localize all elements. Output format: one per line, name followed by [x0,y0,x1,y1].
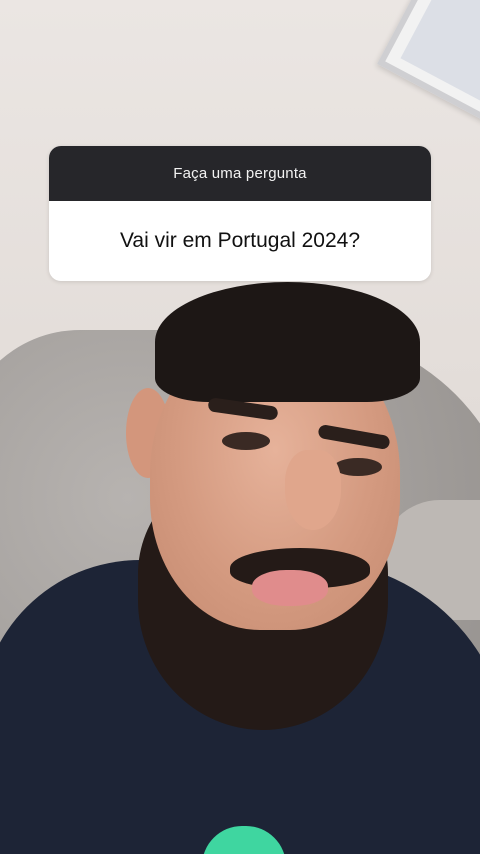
question-text: Vai vir em Portugal 2024? [119,229,361,252]
person-video [0,0,480,854]
question-sticker-body: Vai vir em Portugal 2024? [49,201,431,281]
lips [252,570,328,606]
question-sticker-header-label: Faça uma pergunta [173,165,307,182]
question-sticker[interactable]: Faça uma pergunta Vai vir em Portugal 20… [49,146,431,281]
left-eye [222,432,270,450]
question-sticker-header: Faça uma pergunta [49,146,431,201]
hair [155,282,420,402]
right-eye [334,458,382,476]
nose [285,450,341,530]
story-frame: Faça uma pergunta Vai vir em Portugal 20… [0,0,480,854]
